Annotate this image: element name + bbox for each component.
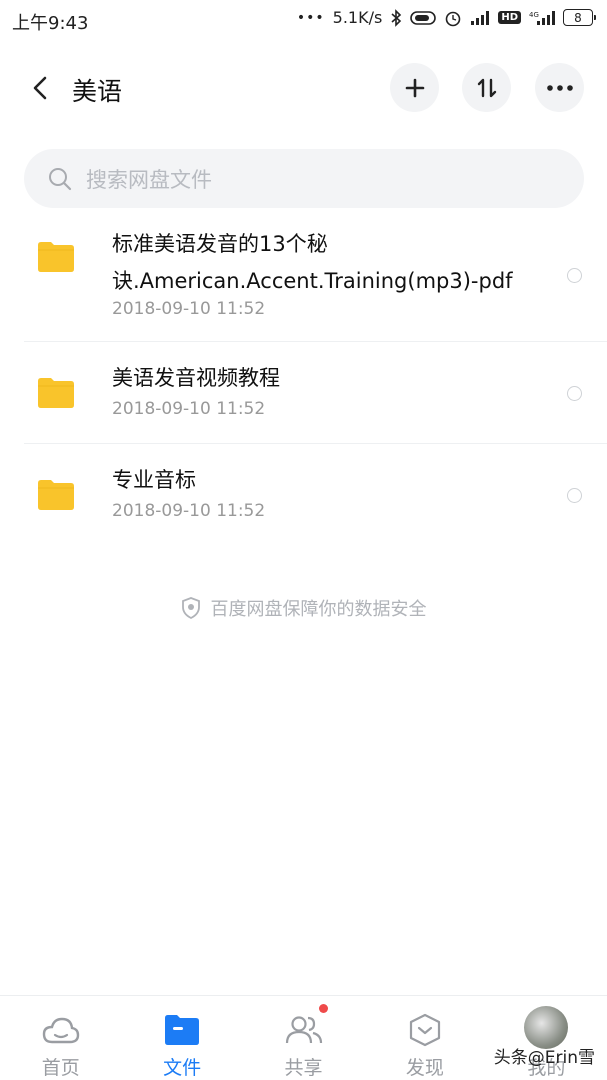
folder-icon <box>38 480 74 510</box>
back-button[interactable] <box>22 70 58 106</box>
sort-icon <box>477 78 496 97</box>
search-icon <box>49 167 72 190</box>
file-name: 专业音标 <box>112 468 196 492</box>
more-dots-icon: ••• <box>296 9 325 26</box>
header: 美语 <box>0 58 607 118</box>
alarm-icon <box>444 9 462 27</box>
file-date: 2018-09-10 11:52 <box>112 399 266 419</box>
more-button[interactable] <box>535 63 584 112</box>
file-name: 美语发音视频教程 <box>112 366 280 390</box>
nav-label: 首页 <box>41 1057 80 1079</box>
status-bar: 上午9:43 ••• 5.1K/s HD 4G 8 <box>0 0 607 40</box>
toggle-icon <box>410 10 437 26</box>
status-icons: ••• 5.1K/s HD 4G 8 <box>296 8 596 27</box>
notification-dot <box>318 1004 328 1013</box>
file-list: 标准美语发音的13个秘诀.American.Accent.Training(mp… <box>0 218 607 546</box>
select-radio[interactable] <box>567 268 582 283</box>
network-speed: 5.1K/s <box>332 8 383 27</box>
shield-icon <box>181 597 200 619</box>
nav-item-files[interactable]: 文件 <box>121 996 242 1080</box>
watermark: 头条@Erin雪 <box>493 1048 595 1068</box>
signal-4g-icon: 4G <box>529 10 555 26</box>
folder-icon <box>162 1012 202 1047</box>
nav-label: 共享 <box>284 1057 323 1079</box>
bluetooth-icon <box>390 8 402 27</box>
battery-icon: 8 <box>563 9 596 26</box>
file-date: 2018-09-10 11:52 <box>112 299 266 319</box>
nav-item-share[interactable]: 共享 <box>243 996 364 1080</box>
sort-button[interactable] <box>462 63 511 112</box>
nav-label: 文件 <box>163 1057 202 1079</box>
nav-item-discover[interactable]: 发现 <box>364 996 485 1080</box>
plus-icon <box>405 78 424 97</box>
file-name: 标准美语发音的13个秘诀.American.Accent.Training(mp… <box>112 232 513 293</box>
add-button[interactable] <box>390 63 439 112</box>
folder-icon <box>38 378 74 408</box>
signal-icon <box>470 10 490 26</box>
svg-text:4G: 4G <box>529 11 539 19</box>
list-item[interactable]: 专业音标 2018-09-10 11:52 <box>24 444 607 546</box>
select-radio[interactable] <box>567 386 582 401</box>
list-item[interactable]: 标准美语发音的13个秘诀.American.Accent.Training(mp… <box>24 218 607 342</box>
discover-icon <box>405 1012 445 1047</box>
file-date: 2018-09-10 11:52 <box>112 501 266 521</box>
cloud-icon <box>41 1012 81 1047</box>
chevron-left-icon <box>33 76 47 100</box>
battery-level: 8 <box>574 10 582 25</box>
select-radio[interactable] <box>567 488 582 503</box>
more-icon <box>546 84 573 91</box>
page-title: 美语 <box>72 77 123 106</box>
safety-text: 百度网盘保障你的数据安全 <box>210 599 427 620</box>
hd-badge: HD <box>498 11 521 24</box>
nav-item-home[interactable]: 首页 <box>0 996 121 1080</box>
search-input[interactable]: 搜索网盘文件 <box>24 149 584 208</box>
people-icon <box>284 1012 324 1047</box>
list-item[interactable]: 美语发音视频教程 2018-09-10 11:52 <box>24 342 607 444</box>
folder-icon <box>38 242 74 272</box>
nav-label: 发现 <box>405 1057 444 1079</box>
search-placeholder: 搜索网盘文件 <box>86 167 212 192</box>
safety-note: 百度网盘保障你的数据安全 <box>0 595 607 621</box>
status-time: 上午9:43 <box>12 13 89 34</box>
